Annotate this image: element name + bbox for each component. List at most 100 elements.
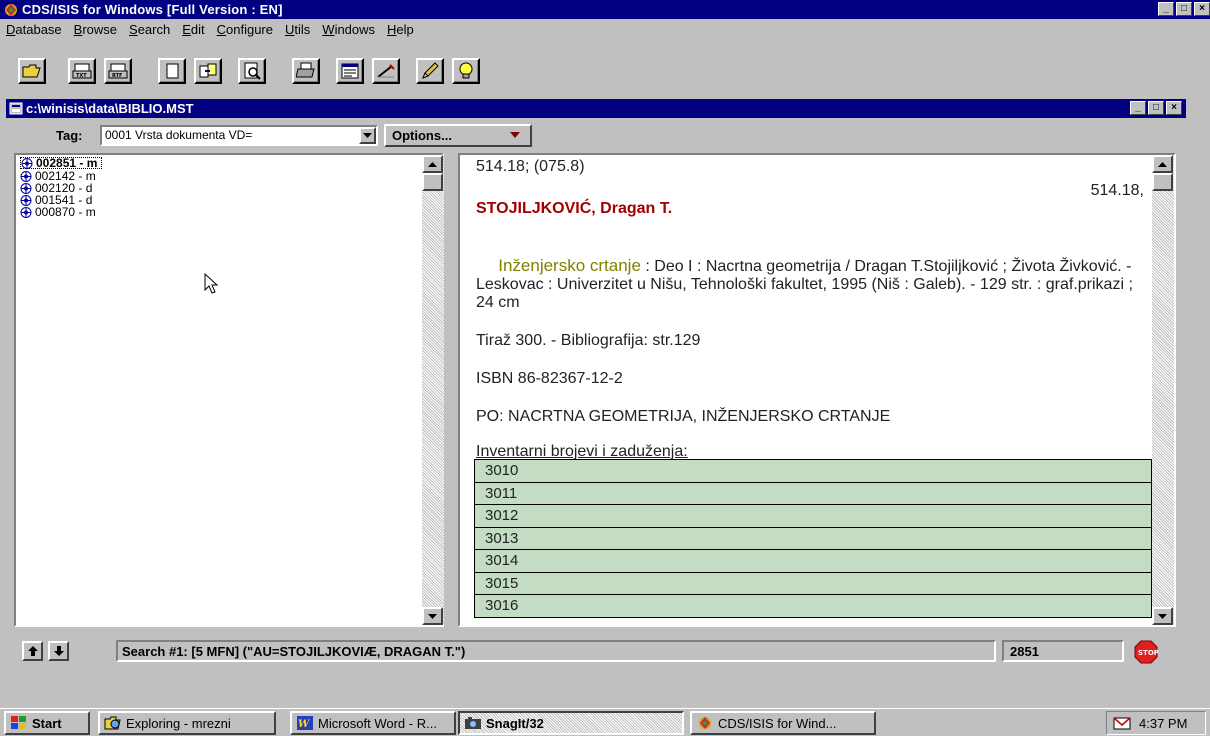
search-status: Search #1: [5 MFN] ("AU=STOJILJKOVIÆ, DR…: [116, 640, 996, 662]
menu-bar: Database Browse Search Edit Configure Ut…: [0, 19, 1210, 40]
print-txt-icon[interactable]: TXT: [68, 58, 96, 84]
inventory-table: 3010 3011 3012 3013 3014 3015 3016: [474, 459, 1152, 618]
app-title-bar[interactable]: CDS/ISIS for Windows [Full Version : EN]…: [0, 0, 1210, 19]
options-label: Options...: [392, 128, 452, 143]
options-button[interactable]: Options...: [384, 124, 532, 147]
options-dropdown-icon: [510, 132, 520, 138]
menu-edit[interactable]: Edit: [182, 22, 204, 37]
record-display-pane[interactable]: 514.18; (075.8) 514.18, STOJILJKOVIĆ, Dr…: [458, 153, 1176, 627]
table-row: 3011: [475, 482, 1151, 505]
table-row: 3012: [475, 505, 1151, 528]
windows-logo-icon: [11, 716, 26, 729]
record-title: Inženjersko crtanje: [498, 256, 641, 275]
menu-configure[interactable]: Configure: [217, 22, 273, 37]
child-close-button[interactable]: ×: [1166, 101, 1182, 115]
table-row: 3014: [475, 550, 1151, 573]
list-scrollbar[interactable]: [422, 155, 444, 625]
taskbar: Start Exploring - mrezni W Microsoft Wor…: [0, 708, 1210, 736]
close-button[interactable]: ×: [1194, 2, 1210, 16]
minimize-button[interactable]: _: [1158, 2, 1174, 16]
menu-windows[interactable]: Windows: [322, 22, 375, 37]
record-subjects: PO: NACRTNA GEOMETRIJA, INŽENJERSKO CRTA…: [476, 408, 891, 425]
task-snagit[interactable]: SnagIt/32: [458, 711, 684, 735]
record-scrollbar[interactable]: [1152, 155, 1174, 625]
stop-icon[interactable]: STOP: [1134, 640, 1158, 664]
status-bar: Search #1: [5 MFN] ("AU=STOJILJKOVIÆ, DR…: [6, 637, 1186, 667]
record-author: STOJILJKOVIĆ, Dragan T.: [476, 200, 673, 217]
database-window: c:\winisis\data\BIBLIO.MST _ □ × Tag: 00…: [0, 97, 1210, 637]
scroll-up-icon[interactable]: [1152, 155, 1173, 173]
svg-text:TXT: TXT: [76, 73, 87, 79]
classification-right: 514.18,: [1090, 182, 1144, 199]
menu-browse[interactable]: Browse: [74, 22, 117, 37]
copy-record-icon[interactable]: [194, 58, 222, 84]
child-minimize-button[interactable]: _: [1130, 101, 1146, 115]
record-isbn: ISBN 86-82367-12-2: [476, 370, 623, 387]
arrow-down-icon[interactable]: [48, 641, 69, 661]
record-bullet-icon: [20, 194, 32, 206]
menu-search[interactable]: Search: [129, 22, 170, 37]
child-window-controls: _ □ ×: [1128, 101, 1182, 115]
word-icon: W: [297, 716, 313, 730]
explorer-icon: [104, 716, 121, 730]
start-button[interactable]: Start: [4, 711, 90, 735]
record-list: 002851 - m 002142 - m 002120 - d 001541 …: [16, 155, 420, 625]
svg-text:W: W: [298, 719, 311, 730]
preview-icon[interactable]: [238, 58, 266, 84]
tag-select-value: 0001 Vrsta dokumenta VD=: [105, 128, 253, 142]
cdsisis-app-icon: [5, 4, 17, 16]
printer-icon[interactable]: [292, 58, 320, 84]
list-scroll-thumb[interactable]: [422, 173, 443, 191]
chevron-down-icon[interactable]: [359, 127, 376, 144]
record-scroll-thumb[interactable]: [1152, 173, 1173, 191]
classification-top: 514.18; (075.8): [476, 158, 585, 175]
system-tray: 4:37 PM: [1106, 711, 1206, 735]
svg-text:RTF: RTF: [112, 73, 122, 79]
database-window-title: c:\winisis\data\BIBLIO.MST: [26, 101, 194, 116]
menu-utils[interactable]: Utils: [285, 22, 310, 37]
list-item[interactable]: 000870 - m: [20, 206, 96, 218]
menu-database[interactable]: Database: [6, 22, 62, 37]
pencil-icon[interactable]: [416, 58, 444, 84]
record-list-pane[interactable]: 002851 - m 002142 - m 002120 - d 001541 …: [14, 153, 444, 627]
task-cdsisis[interactable]: CDS/ISIS for Wind...: [690, 711, 876, 735]
database-doc-icon: [9, 102, 23, 115]
tag-select[interactable]: 0001 Vrsta dokumenta VD=: [100, 125, 378, 146]
table-row: 3010: [475, 460, 1151, 483]
lightbulb-icon[interactable]: [452, 58, 480, 84]
record-bullet-icon: [21, 157, 33, 169]
table-row: 3016: [475, 595, 1151, 618]
form-icon[interactable]: [336, 58, 364, 84]
list-item[interactable]: 002851 - m: [20, 157, 103, 169]
mfn-display: 2851: [1002, 640, 1124, 662]
mouse-cursor-icon: [204, 273, 219, 294]
database-window-title-bar[interactable]: c:\winisis\data\BIBLIO.MST _ □ ×: [6, 99, 1186, 118]
scroll-down-icon[interactable]: [422, 607, 443, 625]
app-window-controls: _ □ ×: [1156, 2, 1210, 16]
child-maximize-button[interactable]: □: [1148, 101, 1164, 115]
record-bullet-icon: [20, 170, 32, 182]
arrow-up-icon[interactable]: [22, 641, 43, 661]
new-record-icon[interactable]: [158, 58, 186, 84]
scroll-down-icon[interactable]: [1152, 607, 1173, 625]
record-bullet-icon: [20, 182, 32, 194]
app-title: CDS/ISIS for Windows [Full Version : EN]: [22, 2, 283, 17]
menu-help[interactable]: Help: [387, 22, 414, 37]
maximize-button[interactable]: □: [1176, 2, 1192, 16]
task-exploring[interactable]: Exploring - mrezni: [98, 711, 276, 735]
clock[interactable]: 4:37 PM: [1139, 716, 1187, 731]
edit-pen-icon[interactable]: [372, 58, 400, 84]
task-word[interactable]: W Microsoft Word - R...: [290, 711, 456, 735]
toolbar: TXT RTF: [0, 40, 1210, 94]
scroll-up-icon[interactable]: [422, 155, 443, 173]
table-row: 3013: [475, 527, 1151, 550]
record-bullet-icon: [20, 206, 32, 218]
cdsisis-icon: [699, 717, 711, 729]
record-edition-note: Tiraž 300. - Bibliografija: str.129: [476, 332, 701, 349]
snagit-icon: [465, 717, 481, 729]
table-row: 3015: [475, 572, 1151, 595]
mail-icon[interactable]: [1113, 715, 1131, 731]
print-rtf-icon[interactable]: RTF: [104, 58, 132, 84]
tag-bar: Tag: 0001 Vrsta dokumenta VD= Options...: [6, 121, 1186, 149]
open-folder-icon[interactable]: [18, 58, 46, 84]
